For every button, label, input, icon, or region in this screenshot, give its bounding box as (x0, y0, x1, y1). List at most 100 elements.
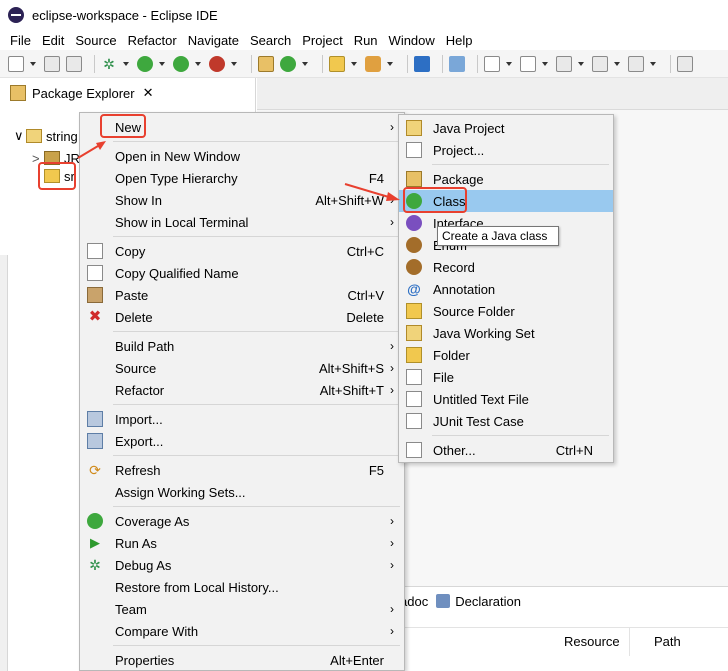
submenu-item-untitled-text-file[interactable]: Untitled Text File (399, 388, 613, 410)
declaration-icon (436, 594, 451, 608)
submenu-item-project[interactable]: Project... (399, 139, 613, 161)
menu-search[interactable]: Search (250, 33, 291, 48)
menu-item-run-as[interactable]: ▶ Run As › (80, 532, 404, 554)
toggle-mark-occurrences-icon[interactable] (449, 55, 465, 72)
toolbar-separator (442, 54, 443, 73)
menu-file[interactable]: File (10, 33, 31, 48)
menu-separator (113, 506, 400, 507)
submenu-item-record[interactable]: Record (399, 256, 613, 278)
submenu-item-other[interactable]: Other... Ctrl+N (399, 439, 613, 461)
menu-item-restore-from-local-history[interactable]: Restore from Local History... (80, 576, 404, 598)
menu-item-build-path[interactable]: Build Path › (80, 335, 404, 357)
menu-item-source[interactable]: Source Alt+Shift+S › (80, 357, 404, 379)
menu-window[interactable]: Window (389, 33, 435, 48)
next-annotation-icon[interactable] (484, 55, 500, 72)
annotation-icon: @ (407, 281, 421, 297)
refresh-icon: ⟳ (89, 462, 101, 478)
menu-help[interactable]: Help (446, 33, 473, 48)
copy-icon (87, 243, 103, 259)
save-all-icon[interactable] (66, 55, 82, 72)
new-java-class-icon[interactable] (280, 55, 296, 72)
submenu-item-file[interactable]: File (399, 366, 613, 388)
title-bar: eclipse-workspace - Eclipse IDE (0, 0, 728, 30)
text-file-icon (406, 391, 422, 407)
search-dropdown-icon[interactable] (387, 61, 393, 66)
tree-item-label: string (46, 128, 78, 144)
new-java-package-icon[interactable] (258, 55, 274, 72)
context-menu: New › Open in New Window Open Type Hiera… (79, 112, 405, 671)
expand-toggle-icon[interactable]: ∨ (14, 128, 26, 144)
last-edit-dropdown-icon[interactable] (578, 61, 584, 66)
forward-dropdown-icon[interactable] (650, 61, 656, 66)
menu-item-show-in-local-terminal[interactable]: Show in Local Terminal › (80, 211, 404, 233)
submenu-item-java-working-set[interactable]: Java Working Set (399, 322, 613, 344)
menu-item-coverage-as[interactable]: Coverage As › (80, 510, 404, 532)
external-tools-icon[interactable] (209, 55, 225, 72)
paste-icon (87, 287, 103, 303)
terminal-icon[interactable] (414, 55, 430, 72)
close-icon[interactable]: ✕ (143, 85, 154, 101)
submenu-item-folder[interactable]: Folder (399, 344, 613, 366)
column-resource[interactable]: Resource (564, 634, 620, 649)
submenu-arrow-icon: › (390, 339, 394, 353)
new-dropdown-icon[interactable] (30, 61, 36, 66)
pin-editor-icon[interactable] (677, 55, 693, 72)
menu-item-copy-qualified-name[interactable]: Copy Qualified Name (80, 262, 404, 284)
tab-package-explorer[interactable]: Package Explorer ✕ (10, 80, 154, 106)
submenu-item-source-folder[interactable]: Source Folder (399, 300, 613, 322)
last-edit-location-icon[interactable] (556, 55, 572, 72)
new-icon[interactable] (8, 55, 24, 72)
menu-item-assign-working-sets[interactable]: Assign Working Sets... (80, 481, 404, 503)
menu-item-delete[interactable]: ✖ Delete Delete (80, 306, 404, 328)
menu-item-paste[interactable]: Paste Ctrl+V (80, 284, 404, 306)
tab-declaration[interactable]: Declaration (455, 594, 521, 609)
next-annotation-dropdown-icon[interactable] (506, 61, 512, 66)
submenu-item-junit-test-case[interactable]: JUnit Test Case (399, 410, 613, 432)
menu-project[interactable]: Project (302, 33, 342, 48)
menu-item-team[interactable]: Team › (80, 598, 404, 620)
submenu-item-java-project[interactable]: Java Project (399, 117, 613, 139)
coverage-dropdown-icon[interactable] (195, 61, 201, 66)
menu-item-compare-with[interactable]: Compare With › (80, 620, 404, 642)
main-toolbar: ✲ (0, 50, 728, 78)
forward-icon[interactable] (628, 55, 644, 72)
save-icon[interactable] (44, 55, 60, 72)
menu-source[interactable]: Source (75, 33, 116, 48)
submenu-arrow-icon: › (390, 193, 394, 207)
back-icon[interactable] (592, 55, 608, 72)
java-project-icon (26, 129, 42, 143)
column-path[interactable]: Path (654, 634, 681, 649)
menu-item-open-in-new-window[interactable]: Open in New Window (80, 145, 404, 167)
open-type-icon[interactable] (329, 55, 345, 72)
search-icon[interactable] (365, 55, 381, 72)
back-dropdown-icon[interactable] (614, 61, 620, 66)
menu-item-open-type-hierarchy[interactable]: Open Type Hierarchy F4 (80, 167, 404, 189)
menu-item-copy[interactable]: Copy Ctrl+C (80, 240, 404, 262)
debug-dropdown-icon[interactable] (123, 61, 129, 66)
debug-icon[interactable]: ✲ (101, 56, 117, 72)
menu-item-refresh[interactable]: ⟳ Refresh F5 (80, 459, 404, 481)
submenu-arrow-icon: › (390, 624, 394, 638)
previous-annotation-dropdown-icon[interactable] (542, 61, 548, 66)
menu-run[interactable]: Run (354, 33, 378, 48)
previous-annotation-icon[interactable] (520, 55, 536, 72)
open-type-dropdown-icon[interactable] (351, 61, 357, 66)
menu-item-show-in[interactable]: Show In Alt+Shift+W › (80, 189, 404, 211)
menu-separator (113, 331, 400, 332)
menu-item-debug-as[interactable]: ✲ Debug As › (80, 554, 404, 576)
menu-separator (113, 645, 400, 646)
coverage-icon[interactable] (173, 55, 189, 72)
menu-item-import[interactable]: Import... (80, 408, 404, 430)
tree-item-project[interactable]: ∨ string (14, 126, 78, 146)
menu-refactor[interactable]: Refactor (128, 33, 177, 48)
menu-edit[interactable]: Edit (42, 33, 64, 48)
submenu-item-annotation[interactable]: @ Annotation (399, 278, 613, 300)
menu-item-export[interactable]: Export... (80, 430, 404, 452)
new-class-dropdown-icon[interactable] (302, 61, 308, 66)
menu-item-refactor[interactable]: Refactor Alt+Shift+T › (80, 379, 404, 401)
menu-item-properties[interactable]: Properties Alt+Enter (80, 649, 404, 671)
menu-navigate[interactable]: Navigate (188, 33, 239, 48)
external-tools-dropdown-icon[interactable] (231, 61, 237, 66)
run-dropdown-icon[interactable] (159, 61, 165, 66)
run-icon[interactable] (137, 55, 153, 72)
